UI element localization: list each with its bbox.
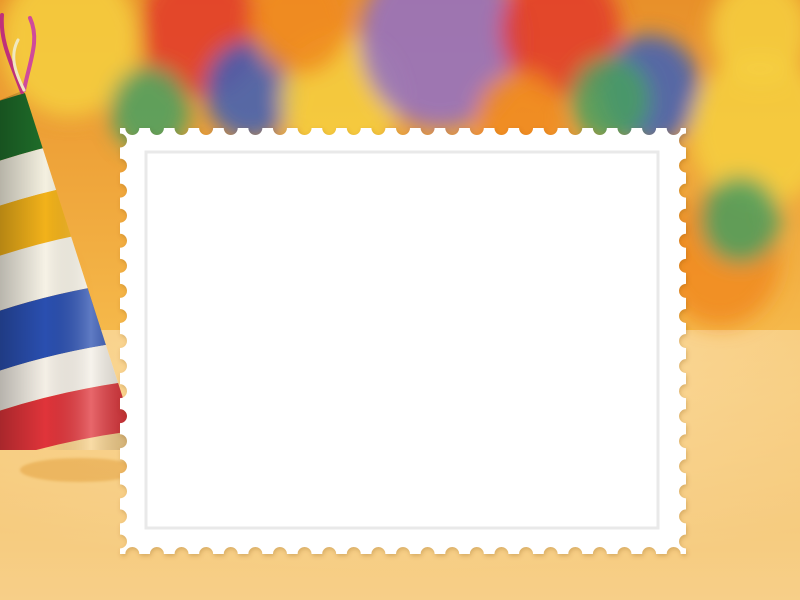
photo-area xyxy=(150,156,654,524)
balloon xyxy=(700,176,780,264)
scene-canvas xyxy=(0,0,800,600)
postage-stamp-frame xyxy=(120,128,686,554)
party-stamp-frame-scene xyxy=(0,0,800,600)
